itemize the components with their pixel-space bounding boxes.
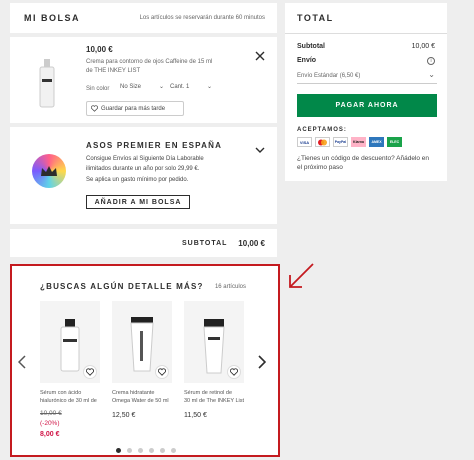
product-price: 11,50 € [184, 412, 207, 419]
pagination-dot[interactable] [160, 448, 165, 453]
premier-card: ASOS PREMIER EN ESPAÑA Consigue Envíos a… [10, 127, 277, 224]
add-premier-label: AÑADIR A MI BOLSA [94, 198, 182, 206]
crown-icon [41, 166, 57, 176]
shipping-label: Envío [297, 57, 317, 64]
subtotal-bar: SUBTOTAL 10,00 € [10, 229, 277, 257]
amex-icon: AMEX [369, 137, 384, 147]
subtotal-bar-value: 10,00 € [238, 239, 265, 248]
visa-card-icon: VISA [297, 137, 312, 147]
chevron-down-icon: ⌄ [158, 84, 164, 90]
arrow-annotation [289, 263, 314, 288]
premier-logo [32, 154, 66, 188]
product-card-image[interactable] [40, 301, 100, 383]
accepted-label: ACEPTAMOS: [297, 127, 347, 133]
item-price: 10,00 € [86, 45, 113, 54]
product-discount: (-20%) [40, 420, 60, 427]
product-name[interactable]: Crema hidratante Omega Water de 50 ml [112, 389, 174, 405]
chevron-down-icon: ⌄ [428, 70, 435, 79]
remove-item-icon[interactable] [255, 48, 265, 61]
quantity-value: Cant. 1 [170, 84, 190, 90]
premier-title: ASOS PREMIER EN ESPAÑA [86, 141, 223, 150]
pagination-dot-active[interactable] [116, 448, 121, 453]
premier-desc-line2: ilimitados durante un año por solo 29,99… [86, 166, 200, 172]
total-title: TOTAL [297, 13, 334, 23]
product-old-price: 10,00 € [40, 410, 62, 417]
carousel-pagination [116, 448, 176, 453]
chevron-down-icon: ⌄ [206, 84, 212, 90]
recs-title: ¿BUSCAS ALGÚN DETALLE MÁS? [40, 282, 204, 291]
product-card-image[interactable] [112, 301, 172, 383]
bag-header: MI BOLSA Los artículos se reservarán dur… [10, 3, 277, 33]
premier-toggle-chevron[interactable] [255, 140, 265, 158]
product-image[interactable] [26, 57, 68, 111]
wishlist-button[interactable] [155, 365, 169, 379]
discount-line1: ¿Tienes un código de descuento? Añádelo … [297, 155, 430, 162]
bag-item: 10,00 € Crema para contorno de ojos Caff… [10, 37, 277, 123]
shipping-option: Envío Estándar (6,50 €) [297, 73, 361, 79]
heart-icon [91, 105, 98, 112]
item-color: Sin color [86, 86, 110, 92]
klarna-icon: Klarna [351, 137, 366, 147]
premier-desc-line3: Se aplica un gasto mínimo por pedido. [86, 177, 189, 183]
chevron-down-icon [255, 147, 265, 153]
product-price: 8,00 € [40, 431, 60, 438]
product-price: 12,50 € [112, 412, 136, 419]
add-premier-button[interactable]: AÑADIR A MI BOLSA [86, 195, 190, 209]
save-for-later-button[interactable]: Guardar para más tarde [86, 101, 184, 116]
bag-title: MI BOLSA [24, 13, 80, 23]
payment-cards: VISA PayPal Klarna AMEX ELEC [297, 137, 402, 147]
pay-now-label: PAGAR AHORA [335, 102, 399, 109]
product-name[interactable]: Sérum de retinol de 30 ml de The INKEY L… [184, 389, 246, 405]
chevron-left-icon [17, 355, 26, 369]
reservation-note: Los artículos se reservarán durante 60 m… [139, 15, 265, 21]
pagination-dot[interactable] [149, 448, 154, 453]
premier-desc-line1: Consigue Envíos al Siguiente Día Laborab… [86, 156, 204, 162]
wishlist-button[interactable] [83, 365, 97, 379]
pay-now-button[interactable]: PAGAR AHORA [297, 94, 437, 117]
save-for-later-label: Guardar para más tarde [101, 105, 166, 112]
heart-icon [86, 368, 94, 376]
wishlist-button[interactable] [227, 365, 241, 379]
paypal-icon: PayPal [333, 137, 348, 147]
pagination-dot[interactable] [171, 448, 176, 453]
product-name-line2: Omega Water de 50 ml [112, 398, 169, 404]
product-name-line1: Sérum de retinol de [184, 390, 232, 396]
chevron-right-icon [258, 355, 267, 369]
item-description-line2[interactable]: de THE INKEY LIST [86, 68, 140, 74]
total-subtotal-value: 10,00 € [411, 43, 435, 50]
carousel-next-button[interactable] [258, 355, 267, 374]
shipping-select[interactable]: Envío Estándar (6,50 €) ⌄ [297, 70, 437, 84]
product-name-line1: Crema hidratante [112, 390, 155, 396]
size-select[interactable]: No Size ⌄ [120, 84, 168, 90]
size-value: No Size [120, 84, 142, 90]
product-name-line2: hialurónico de 30 ml de [40, 398, 97, 404]
mastercard-icon [315, 137, 330, 147]
product-name-line1: Sérum con ácido [40, 390, 82, 396]
pagination-dot[interactable] [138, 448, 143, 453]
heart-icon [158, 368, 166, 376]
product-name-line2: 30 ml de The INKEY List [184, 398, 245, 404]
info-icon[interactable]: i [427, 57, 435, 65]
carousel-prev-button[interactable] [17, 355, 26, 374]
pagination-dot[interactable] [127, 448, 132, 453]
recs-count: 16 artículos [214, 284, 246, 290]
product-card-image[interactable] [184, 301, 244, 383]
heart-icon [230, 368, 238, 376]
item-description-line1[interactable]: Crema para contorno de ojos Caffeine de … [86, 59, 212, 65]
total-divider [285, 33, 447, 34]
product-name[interactable]: Sérum con ácido hialurónico de 30 ml de [40, 389, 102, 405]
quantity-select[interactable]: Cant. 1 ⌄ [170, 84, 214, 90]
total-subtotal-label: Subtotal [297, 43, 325, 50]
subtotal-bar-label: SUBTOTAL [182, 240, 228, 247]
visa-electron-icon: ELEC [387, 137, 402, 147]
discount-line2: el próximo paso [297, 164, 343, 171]
total-panel: TOTAL Subtotal 10,00 € Envío i Envío Est… [285, 3, 447, 181]
